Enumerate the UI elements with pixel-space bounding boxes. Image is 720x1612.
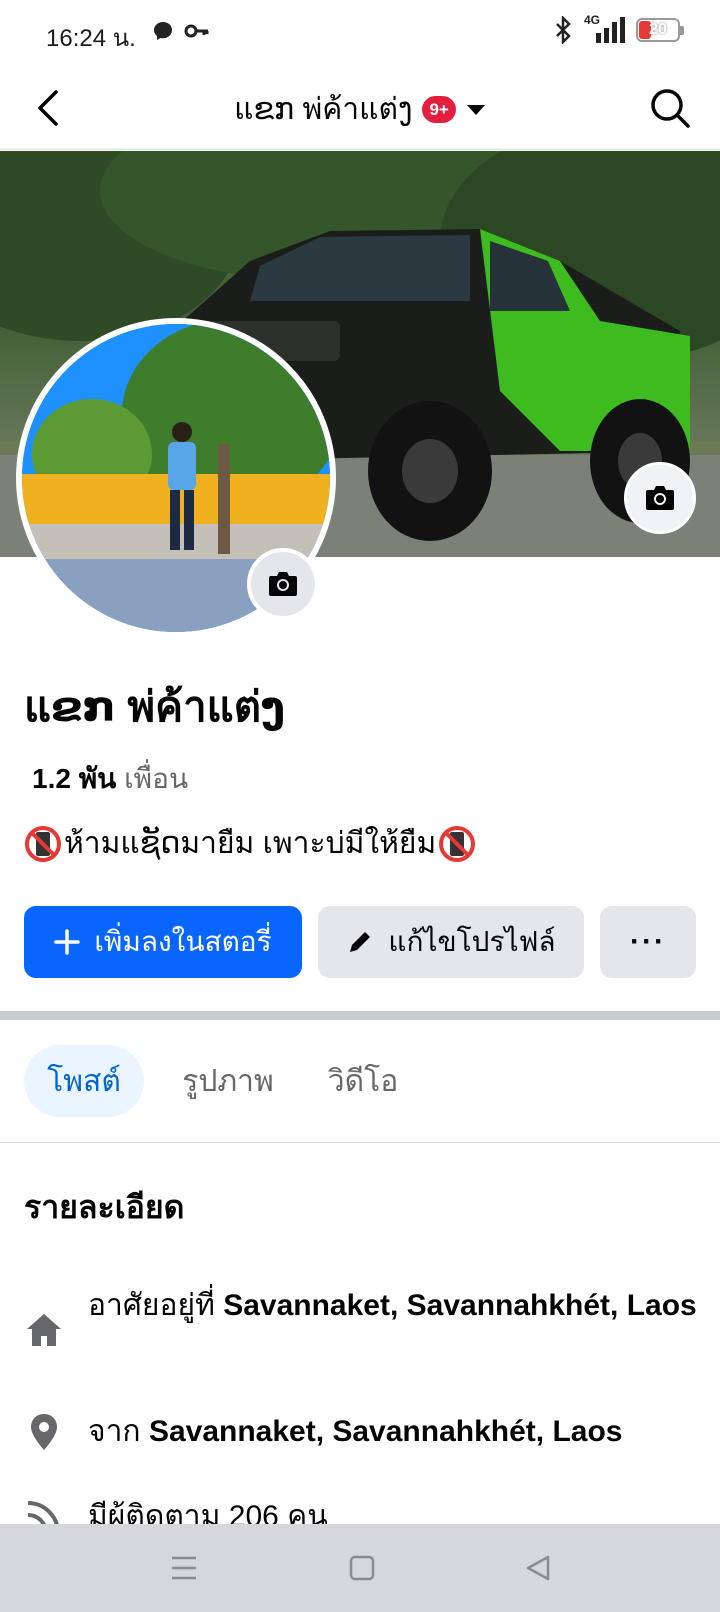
header-title: แຂກ พ่ค้าแต่ງ (234, 93, 413, 126)
profile-switcher[interactable]: แຂກ พ่ค้าแต่ງ 9+ (0, 86, 720, 133)
section-divider (0, 1011, 720, 1020)
battery-icon: 20 (636, 18, 684, 42)
lives-in-value[interactable]: Savannaket, Savannahkhét, Laos (223, 1289, 697, 1322)
add-to-story-button[interactable]: เพิ่มลงในสตอรี่ (24, 906, 302, 978)
detail-from-text: จาก Savannaket, Savannahkhét, Laos (88, 1409, 622, 1455)
tabs-divider (0, 1142, 720, 1143)
tab-photos-label: รูปภาพ (182, 1064, 274, 1098)
square-icon (349, 1555, 375, 1581)
camera-icon (269, 572, 297, 596)
from-prefix: จาก (88, 1415, 141, 1448)
no-mobile-phones-icon (25, 825, 61, 862)
tab-photos[interactable]: รูปภาพ (172, 1045, 284, 1117)
bluetooth-icon (556, 16, 571, 44)
edit-cover-button[interactable] (624, 462, 696, 534)
tab-videos-label: วิดีโอ (327, 1064, 399, 1098)
edit-avatar-button[interactable] (247, 548, 319, 620)
caret-down-icon (466, 104, 485, 115)
bio-text: ห้ามแຊັດมายืม เพาะบ่มีให้ยืม (64, 827, 437, 860)
triangle-back-icon (526, 1555, 550, 1581)
signal-icon: 4G (582, 13, 626, 43)
add-to-story-label: เพิ่มลงในสตอรี่ (94, 926, 272, 957)
friends-count-link[interactable]: 1.2 พัน เพื่อน (32, 757, 188, 801)
tab-posts[interactable]: โพสต์ (24, 1045, 144, 1117)
search-icon (651, 89, 690, 128)
plus-icon (54, 929, 81, 955)
tab-videos[interactable]: วิดีโอ (322, 1045, 404, 1117)
profile-name: แຂກ พ่ค้าแต่ງ (24, 683, 285, 730)
pencil-icon (350, 932, 371, 952)
profile-bio: ห้ามแຊັດมายืม เพาะบ่มีให้ยืม (24, 820, 476, 867)
detail-lives-in-text: อาศัยอยู่ที่ Savannaket, Savannahkhét, L… (88, 1283, 697, 1329)
status-notification-icons (152, 20, 210, 42)
more-icon: ··· (630, 925, 666, 958)
detail-lives-in: อาศัยอยู่ที่ Savannaket, Savannahkhét, L… (24, 1283, 704, 1353)
app-header: แຂກ พ่ค้าแต่ງ 9+ (0, 66, 720, 150)
friends-label: เพื่อน (124, 763, 189, 794)
lives-in-prefix: อาศัยอยู่ที่ (88, 1289, 215, 1322)
from-value[interactable]: Savannaket, Savannahkhét, Laos (149, 1415, 623, 1448)
notification-badge: 9+ (422, 96, 456, 123)
camera-icon (646, 486, 674, 510)
menu-lines-icon (172, 1556, 196, 1580)
battery-level: 20 (649, 21, 667, 38)
key-icon (184, 24, 209, 38)
system-nav-bar (0, 1524, 720, 1612)
home-nav-button[interactable] (340, 1546, 384, 1590)
location-pin-icon (31, 1414, 57, 1450)
more-options-button[interactable]: ··· (600, 906, 696, 978)
edit-profile-label: แก้ไขโปรไฟล์ (388, 926, 556, 957)
status-time: 16:24 น. (46, 25, 136, 52)
home-icon (27, 1314, 61, 1346)
search-button[interactable] (648, 86, 692, 130)
back-nav-button[interactable] (516, 1546, 560, 1590)
status-system-icons: 4G 20 (554, 13, 684, 44)
tab-posts-label: โพสต์ (47, 1064, 121, 1098)
details-title: รายละเอียด (24, 1189, 185, 1225)
friends-count: 1.2 พัน (32, 763, 117, 794)
status-bar: 16:24 น. 4G 20 (0, 0, 720, 66)
recents-button[interactable] (162, 1546, 206, 1590)
messenger-icon (154, 22, 172, 40)
no-mobile-phones-icon (439, 825, 476, 862)
detail-from: จาก Savannaket, Savannahkhét, Laos (24, 1409, 704, 1455)
edit-profile-button[interactable]: แก้ไขโปรไฟล์ (318, 906, 584, 978)
